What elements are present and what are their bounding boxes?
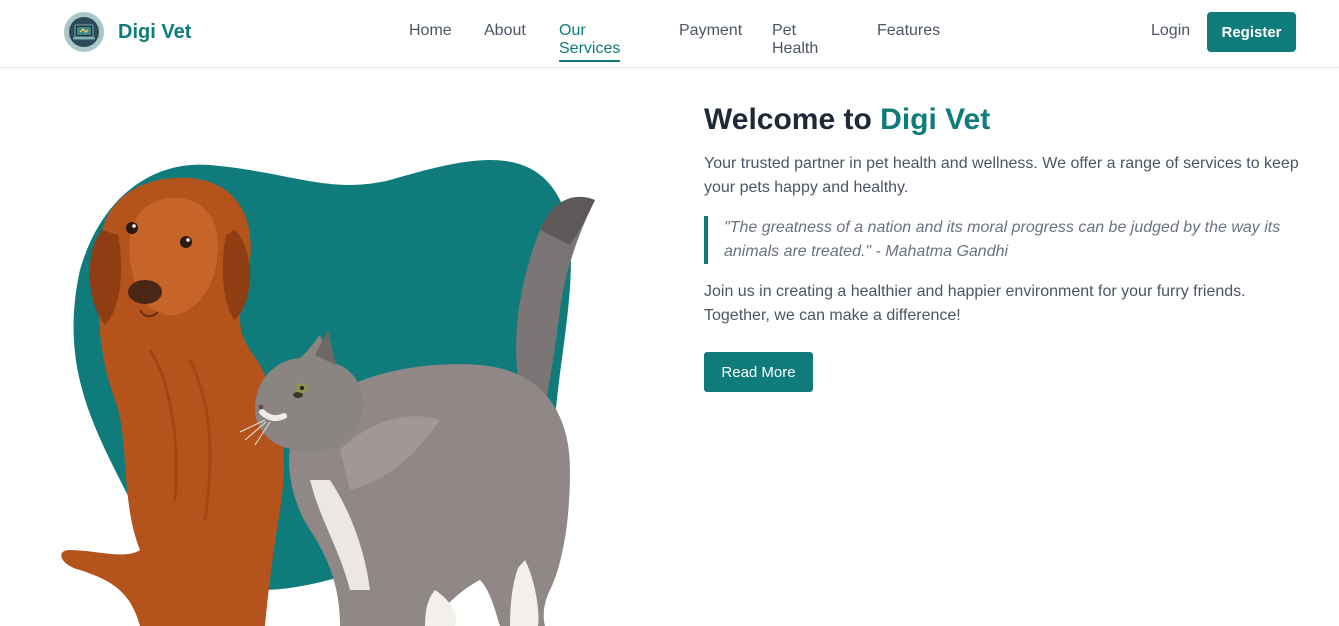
brand-name: Digi Vet bbox=[118, 20, 192, 43]
site-header: Digi Vet Home About Our Services Payment… bbox=[0, 0, 1339, 68]
join-paragraph: Join us in creating a healthier and happ… bbox=[704, 283, 1246, 324]
headline-brand: Digi Vet bbox=[880, 103, 991, 136]
nav-about[interactable]: About bbox=[484, 22, 526, 42]
nav-our-services[interactable]: Our Services bbox=[559, 22, 620, 62]
nav-home[interactable]: Home bbox=[409, 22, 452, 42]
page-title: Welcome to Digi Vet bbox=[704, 100, 1304, 140]
read-more-button[interactable]: Read More bbox=[704, 352, 813, 392]
register-button[interactable]: Register bbox=[1207, 12, 1296, 52]
headline-prefix: Welcome to bbox=[704, 103, 881, 136]
login-link[interactable]: Login bbox=[1151, 22, 1190, 40]
hero-content: Welcome to Digi Vet Your trusted partner… bbox=[704, 100, 1304, 392]
intro-paragraph: Your trusted partner in pet health and w… bbox=[704, 155, 1299, 196]
nav-pet-health[interactable]: Pet Health bbox=[772, 22, 818, 60]
brand-logo-link[interactable]: Digi Vet bbox=[64, 12, 191, 52]
gandhi-quote: "The greatness of a nation and its moral… bbox=[704, 216, 1304, 264]
hero-illustration bbox=[40, 120, 640, 626]
nav-features[interactable]: Features bbox=[877, 22, 940, 42]
nav-payment[interactable]: Payment bbox=[679, 22, 742, 42]
laptop-paw-icon bbox=[64, 12, 104, 52]
